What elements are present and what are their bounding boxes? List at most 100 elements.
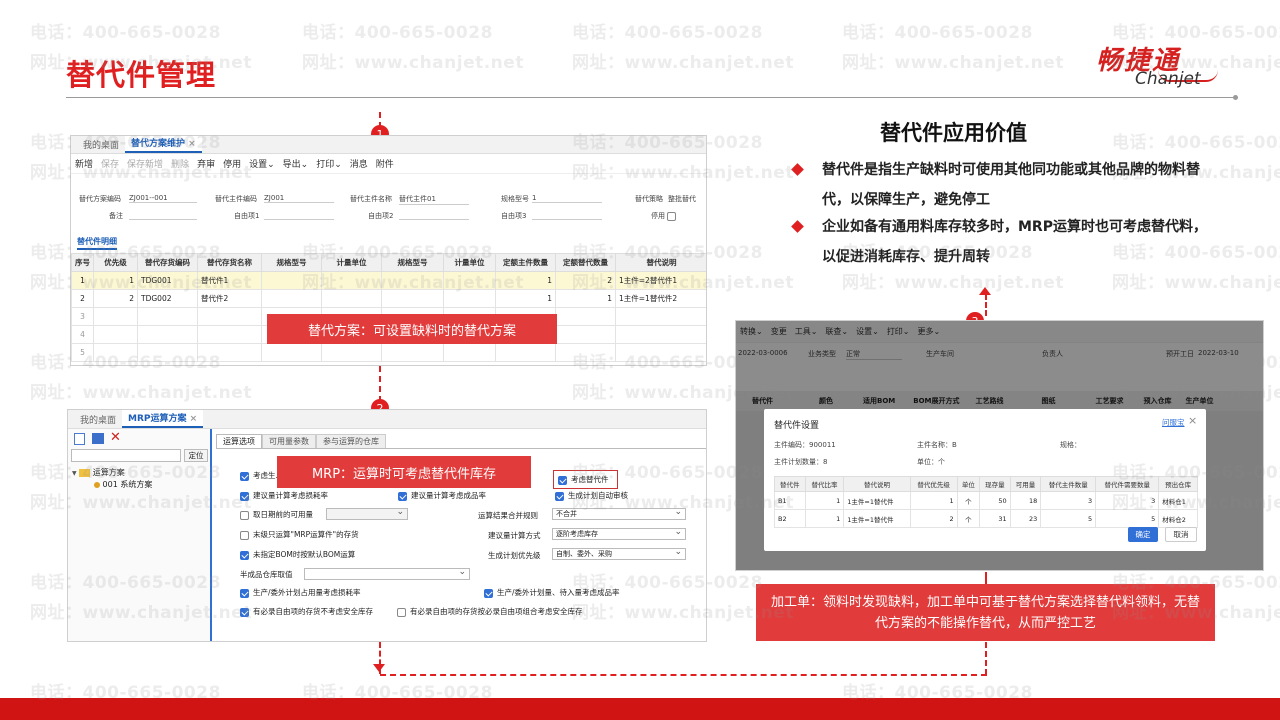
table-row[interactable]: B2 1 1主件=1替代件 2 个 31 23 5 5 材料仓2 (774, 509, 1198, 528)
tab-my-desktop[interactable]: 我的桌面 (77, 136, 125, 153)
spec-label: 规格型号 (501, 195, 529, 203)
cell (443, 271, 496, 290)
free-item3-field[interactable] (532, 219, 602, 220)
locate-button[interactable]: 定位 (184, 449, 208, 462)
connector-3-bottom (985, 642, 987, 675)
disable-text: 停用 (651, 212, 665, 220)
option-date-available[interactable]: 取日期前的可用量 (240, 509, 313, 520)
expand-icon[interactable]: ▼ (72, 470, 77, 477)
save-button[interactable]: 保存 (101, 157, 119, 170)
confirm-button[interactable]: 确定 (1128, 527, 1158, 542)
option-combo-safety-stock[interactable]: 有必录自由项的存货按必录自由项组合考虑安全库存 (397, 606, 583, 617)
new-doc-icon[interactable] (74, 433, 85, 445)
tab-substitute-plan[interactable]: 替代方案维护 × (125, 136, 202, 153)
settings-menu[interactable]: 设置⌄ (249, 157, 275, 170)
new-button[interactable]: 新增 (75, 157, 93, 170)
option-auto-approve[interactable]: 生成计划自动审核 (555, 490, 628, 501)
disable-checkbox[interactable] (667, 211, 677, 221)
tab-mrp-plan[interactable]: MRP运算方案 × (122, 410, 204, 428)
checkbox[interactable] (558, 475, 567, 485)
table-row[interactable]: 5 (71, 343, 706, 362)
tree-item[interactable]: 001 系统方案 (94, 479, 152, 490)
checkbox[interactable] (240, 471, 249, 481)
watermark-phone: 电话：400-665-0028 (842, 23, 1033, 43)
locate-input[interactable] (71, 449, 181, 462)
note-field[interactable] (129, 219, 197, 220)
close-icon[interactable]: × (1188, 414, 1197, 427)
cell: 3 (1040, 491, 1097, 510)
cell: 个 (956, 509, 981, 528)
col-header: 规格型号 (381, 253, 444, 272)
detail-tab[interactable]: 替代件明细 (77, 236, 117, 250)
label: 主件计划数量： (774, 458, 823, 466)
semi-warehouse-select[interactable] (304, 567, 470, 580)
value-point: 企业如备有通用料库存较多时，MRP运算时也可考虑替代料，以促进消耗库存、提升周转 (822, 219, 1207, 265)
option-loss-rate[interactable]: 建议量计算考虑损耗率 (240, 490, 328, 501)
option-plan-loss[interactable]: 生产/委外计划占用量考虑损耗率 (240, 587, 361, 598)
tab-warehouses[interactable]: 参与运算的仓库 (316, 434, 386, 448)
table-row[interactable]: 2 2 TDG002 替代件2 1 1 1主件=1替代件2 (71, 289, 706, 308)
delete-button[interactable]: 删除 (171, 157, 189, 170)
help-link[interactable]: 问服宝 (1162, 417, 1185, 428)
merge-rule-select[interactable]: 不合并 (552, 507, 686, 520)
tab-my-desktop[interactable]: 我的桌面 (74, 411, 122, 428)
cell: 1主件=1替代件 (843, 491, 911, 510)
value: 8 (823, 458, 828, 466)
checkbox[interactable] (484, 588, 493, 598)
main-code-field[interactable]: ZJ001 (264, 194, 334, 203)
unapprove-button[interactable]: 弃审 (197, 157, 215, 170)
free-item1-field[interactable] (264, 219, 334, 220)
cell: 替代件1 (197, 271, 262, 290)
checkbox[interactable] (240, 491, 249, 501)
checkbox[interactable] (398, 491, 407, 501)
option-mrp-only[interactable]: 末级只运算"MRP运算件"的存货 (240, 529, 359, 540)
cell: 18 (1009, 491, 1042, 510)
tree-root[interactable]: ▼ 运算方案 (72, 467, 125, 478)
label: 主件名称： (917, 441, 952, 449)
close-icon[interactable]: × (190, 414, 198, 424)
cell: 5 (71, 343, 94, 362)
attachment-button[interactable]: 附件 (376, 157, 394, 170)
page-title: 替代件管理 (66, 58, 217, 92)
option-consider-substitute[interactable]: 考虑替代件 (553, 470, 618, 489)
main-code-label: 替代主件编码 (215, 195, 257, 203)
delete-icon[interactable]: ✕ (110, 430, 121, 445)
cancel-button[interactable]: 取消 (1165, 527, 1197, 542)
close-icon[interactable]: × (188, 139, 196, 149)
table-row[interactable]: 1 1 TDG001 替代件1 1 2 1主件=2替代件1 (71, 271, 706, 290)
checkbox[interactable] (555, 491, 564, 501)
col-header: 定额替代数量 (555, 253, 616, 272)
edit-icon[interactable] (92, 433, 104, 444)
export-menu[interactable]: 导出⌄ (283, 157, 309, 170)
plan-code-field[interactable]: ZJ001--001 (129, 194, 197, 203)
tab-available-params[interactable]: 可用量参数 (262, 434, 316, 448)
main-name-field[interactable]: 替代主件01 (399, 194, 469, 205)
save-new-button[interactable]: 保存新增 (127, 157, 163, 170)
message-button[interactable]: 消息 (350, 157, 368, 170)
calc-method-select[interactable]: 逐阶考虑库存 (552, 527, 686, 540)
dialog-title: 替代件设置 (774, 421, 820, 431)
checkbox[interactable] (397, 607, 406, 617)
cell: 替代件2 (197, 289, 262, 308)
checkbox[interactable] (240, 607, 249, 617)
cell (381, 289, 444, 308)
strategy-field[interactable]: 整批替代 (668, 194, 696, 204)
option-default-bom[interactable]: 未指定BOM时按默认BOM运算 (240, 549, 355, 560)
option-no-safety-stock[interactable]: 有必录自由项的存货不考虑安全库存 (240, 606, 373, 617)
date-picker[interactable] (326, 507, 408, 520)
checkbox[interactable] (240, 510, 249, 520)
spec-field[interactable]: 1 (532, 194, 602, 203)
free-item2-field[interactable] (399, 219, 469, 220)
option-plan-yield[interactable]: 生产/委外计划量、待入量考虑成品率 (484, 587, 620, 598)
free-item1-label: 自由项1 (234, 212, 260, 220)
option-yield-rate[interactable]: 建议量计算考虑成品率 (398, 490, 486, 501)
table-row[interactable]: B1 1 1主件=1替代件 1 个 50 18 3 3 材料仓1 (774, 491, 1198, 510)
checkbox[interactable] (240, 588, 249, 598)
disable-button[interactable]: 停用 (223, 157, 241, 170)
print-menu[interactable]: 打印⌄ (316, 157, 342, 170)
tab-calc-options[interactable]: 运算选项 (216, 434, 262, 448)
checkbox[interactable] (240, 530, 249, 540)
checkbox[interactable] (240, 550, 249, 560)
priority-select[interactable]: 自制、委外、采购 (552, 547, 686, 560)
footer-bar (0, 698, 1280, 720)
